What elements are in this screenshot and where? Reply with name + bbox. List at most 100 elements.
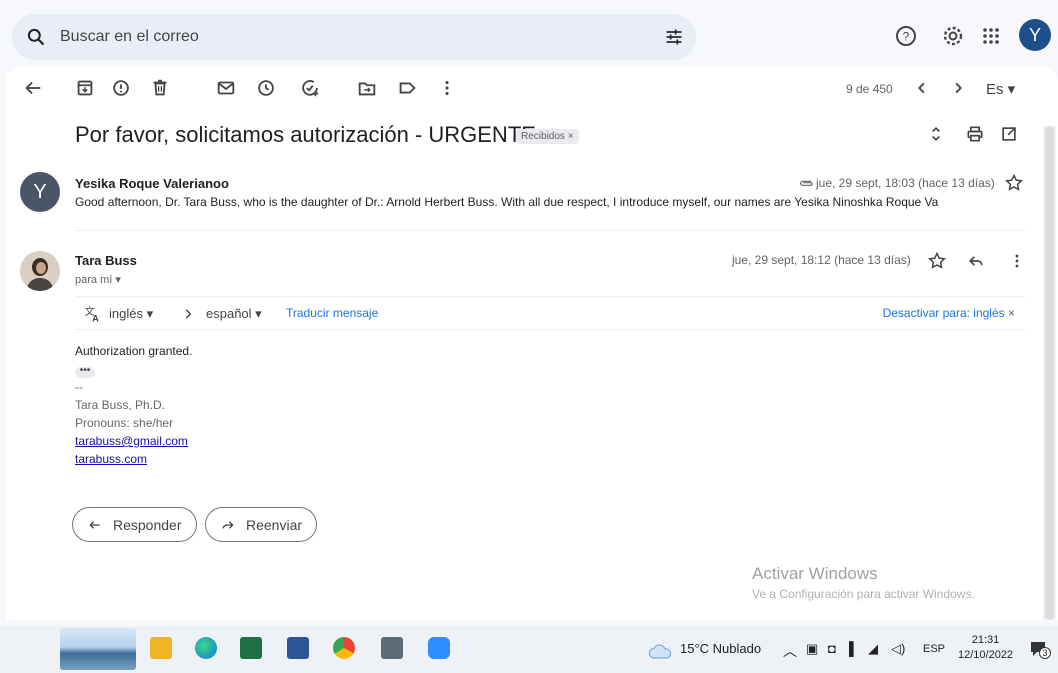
message-divider <box>75 230 1025 231</box>
chevron-up-icon[interactable]: ︿ <box>783 641 797 661</box>
activation-watermark-title: Activar Windows <box>752 564 878 583</box>
chrome-icon[interactable] <box>333 637 355 659</box>
scrollbar-thumb[interactable] <box>1045 126 1054 620</box>
attachment-icon <box>800 180 813 186</box>
notification-count: 3 <box>1039 647 1051 659</box>
microphone-icon[interactable]: ▌ <box>849 641 858 656</box>
cloud-icon <box>648 644 672 659</box>
input-tools-select[interactable]: Es ▾ <box>986 80 1015 98</box>
move-to-button[interactable] <box>356 77 378 99</box>
sender-name[interactable]: Tara Buss <box>75 253 137 268</box>
more-vertical-icon <box>445 80 449 96</box>
sender-name[interactable]: Yesika Roque Valerianoo <box>75 176 229 191</box>
volume-icon[interactable]: ◁) <box>891 641 905 657</box>
widgets-thumbnail[interactable] <box>60 628 136 670</box>
archive-button[interactable] <box>74 77 96 99</box>
clock-time: 21:31 <box>971 634 1000 646</box>
apps-grid-icon[interactable] <box>979 24 1003 48</box>
clock-date: 12/10/2022 <box>958 649 1014 661</box>
zoom-icon[interactable] <box>428 637 450 659</box>
star-icon[interactable] <box>1004 173 1024 193</box>
signature-email-link[interactable]: tarabuss@gmail.com <box>75 434 188 448</box>
sender-photo[interactable] <box>20 251 60 291</box>
label-button[interactable] <box>396 77 418 99</box>
clock[interactable]: 21:31 12/10/2022 <box>958 633 1013 663</box>
signature-pronouns: Pronouns: she/her <box>75 416 174 430</box>
profile-photo-icon <box>20 251 60 291</box>
top-bar: ? Y <box>0 0 1058 72</box>
signature-dash: -- <box>75 380 83 394</box>
expand-all-icon[interactable] <box>926 124 946 144</box>
wifi-icon[interactable]: ◢ <box>868 641 878 657</box>
snooze-button[interactable] <box>255 77 277 99</box>
message-date: jue, 29 sept, 18:12 (hace 13 días) <box>732 253 911 267</box>
message-body: Authorization granted. ••• -- Tara Buss,… <box>75 342 192 468</box>
search-options-icon[interactable] <box>664 27 684 47</box>
print-icon[interactable] <box>965 124 985 144</box>
reply-button[interactable]: Responder <box>72 507 197 542</box>
reply-label: Responder <box>113 516 182 533</box>
target-language-select[interactable]: español ▾ <box>206 306 262 322</box>
arrow-left-icon <box>25 81 41 95</box>
activation-watermark-subtitle: Ve a Configuración para activar Windows. <box>752 587 975 601</box>
disable-translation-label: Desactivar para: inglés <box>882 306 1005 320</box>
settings-icon[interactable] <box>941 24 965 48</box>
signature-website-link[interactable]: tarabuss.com <box>75 452 147 466</box>
translate-bar: 文A inglés ▾ español ▾ Traducir mensaje D… <box>75 296 1025 330</box>
open-new-window-icon[interactable] <box>999 124 1019 144</box>
add-task-icon <box>302 80 319 97</box>
forward-icon <box>222 520 234 529</box>
envelope-icon <box>217 81 235 95</box>
forward-label: Reenviar <box>246 516 303 533</box>
folder-move-icon <box>358 82 376 96</box>
word-icon[interactable] <box>287 637 309 659</box>
back-button[interactable] <box>22 77 44 99</box>
file-explorer-icon[interactable] <box>150 637 172 659</box>
translate-icon: 文A <box>85 305 100 324</box>
more-vertical-icon[interactable] <box>1007 251 1027 271</box>
body-text: Authorization granted. <box>75 344 193 358</box>
help-icon[interactable]: ? <box>894 24 918 48</box>
newer-button[interactable] <box>911 77 933 99</box>
more-options-button[interactable] <box>436 77 458 99</box>
weather-status[interactable]: 15°C Nublado <box>680 641 761 656</box>
clock-icon <box>258 80 274 96</box>
svg-text:?: ? <box>903 30 910 44</box>
input-language[interactable]: ESP <box>923 643 945 655</box>
star-icon[interactable] <box>927 251 947 271</box>
calculator-icon[interactable] <box>381 637 403 659</box>
close-icon[interactable]: × <box>1008 306 1015 320</box>
show-trimmed-content-button[interactable]: ••• <box>75 366 95 378</box>
forward-button[interactable]: Reenviar <box>205 507 318 542</box>
disable-translation-link[interactable]: Desactivar para: inglés × <box>883 306 1015 320</box>
windows-taskbar: 15°C Nublado ︿ ▣ ◘ ▌ ◢ ◁) ESP 21:31 12/1… <box>0 626 1058 673</box>
delete-button[interactable] <box>149 77 171 99</box>
report-spam-button[interactable] <box>110 77 132 99</box>
sender-avatar[interactable]: Y <box>20 172 60 212</box>
reply-icon <box>89 520 100 529</box>
older-button[interactable] <box>947 77 969 99</box>
chevron-left-icon <box>917 82 925 94</box>
account-avatar[interactable]: Y <box>1019 19 1051 51</box>
notifications-button[interactable]: 3 <box>1028 638 1051 660</box>
signature-name: Tara Buss, Ph.D. <box>75 398 166 412</box>
source-language-select[interactable]: inglés ▾ <box>109 306 153 322</box>
add-task-button[interactable] <box>299 77 321 99</box>
mark-unread-button[interactable] <box>215 77 237 99</box>
translate-message-link[interactable]: Traducir mensaje <box>286 306 378 320</box>
inbox-label-chip[interactable]: Recibidos × <box>516 129 579 144</box>
recipient-details[interactable]: para mí ▾ <box>75 273 121 286</box>
message-toolbar: 9 de 450 Es ▾ <box>6 66 1058 110</box>
excel-icon[interactable] <box>240 637 262 659</box>
svg-text:A: A <box>92 314 99 324</box>
network-icon[interactable]: ▣ <box>806 641 818 657</box>
edge-browser-icon[interactable] <box>195 637 217 659</box>
search-icon[interactable] <box>26 27 46 47</box>
meet-now-icon[interactable]: ◘ <box>828 641 836 656</box>
trash-icon <box>153 79 167 96</box>
search-input[interactable] <box>60 26 620 48</box>
message-snippet[interactable]: Good afternoon, Dr. Tara Buss, who is th… <box>75 195 995 209</box>
search-bar[interactable] <box>12 14 696 60</box>
reply-icon[interactable] <box>966 251 986 271</box>
scrollbar[interactable] <box>1043 126 1056 620</box>
